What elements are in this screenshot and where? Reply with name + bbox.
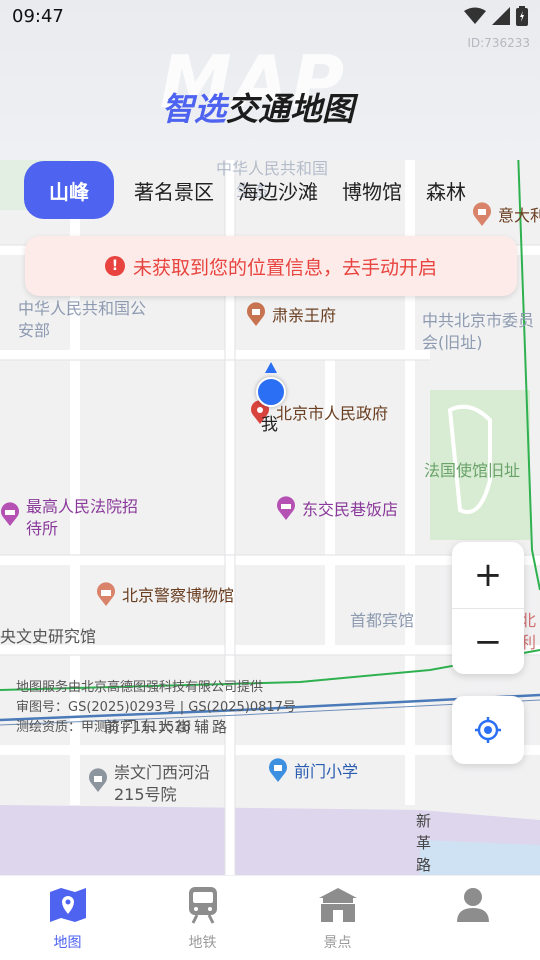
- profile-icon: [452, 884, 494, 926]
- zoom-in-button[interactable]: +: [452, 542, 524, 608]
- poi-label: 北京警察博物馆: [122, 586, 235, 605]
- credit-line-2: 审图号：GS(2025)0293号 | GS(2025)0817号: [16, 700, 296, 715]
- museum-pin-icon: [97, 582, 115, 606]
- school-pin-icon: [269, 758, 287, 782]
- wifi-icon: [464, 7, 486, 24]
- alert-icon: !: [104, 256, 125, 276]
- poi-chongwen[interactable]: 崇文门西河沿215号院: [88, 762, 224, 806]
- area-label-shoudu: 首都宾馆: [350, 611, 415, 630]
- app-title-rest: 交通地图: [226, 90, 355, 128]
- area-label-text: 中华人民共和国公安部: [18, 299, 147, 340]
- area-label-wenshi: 央文史研究馆: [0, 627, 97, 646]
- nav-subway[interactable]: 地铁: [135, 876, 270, 960]
- poi-court[interactable]: 最高人民法院招待所: [0, 496, 138, 540]
- poi-label: 肃亲王府: [272, 306, 337, 325]
- app-title-accent: 智选: [162, 90, 227, 128]
- current-location-marker: 我: [256, 362, 286, 442]
- tab-beach[interactable]: 海边沙滩: [226, 161, 330, 219]
- bottom-nav: 地图 地铁 景点: [0, 876, 540, 960]
- landmark-pin-icon: [247, 302, 265, 326]
- location-dot: [256, 377, 286, 407]
- map-icon: [47, 884, 89, 926]
- locate-button[interactable]: [452, 696, 524, 764]
- area-label-gongan: 中华人民共和国公安部: [18, 298, 158, 342]
- road-label-qianmen: 前门东大街辅路: [104, 718, 231, 736]
- poi-dongjiao[interactable]: 东交民巷饭店: [276, 496, 398, 520]
- header: 09:47 ID:736233 MAP 智选交通地图: [0, 0, 540, 160]
- scenic-spot-icon: [317, 884, 359, 926]
- nav-profile[interactable]: [405, 876, 540, 960]
- zoom-out-button[interactable]: −: [452, 609, 524, 675]
- poi-label: 北京市人民政府: [276, 404, 389, 423]
- nav-label: 地图: [53, 935, 82, 951]
- road-label-xinge: 新革路: [416, 810, 434, 875]
- tab-forest[interactable]: 森林: [414, 161, 478, 219]
- app-id: ID:736233: [467, 36, 530, 50]
- poi-police-museum[interactable]: 北京警察博物馆: [96, 582, 234, 606]
- nav-label: 地铁: [188, 935, 217, 951]
- status-icons: [464, 6, 528, 26]
- area-label-shiwei: 中共北京市委员会(旧址): [422, 310, 540, 354]
- status-bar: 09:47: [0, 0, 540, 34]
- tab-famous-scenic[interactable]: 著名景区: [122, 161, 226, 219]
- heading-arrow-icon: [265, 362, 277, 373]
- poi-suqin[interactable]: 肃亲王府: [246, 302, 336, 326]
- road-label-text: 新革路: [416, 812, 432, 874]
- credit-line-1: 地图服务由北京高德图强科技有限公司提供: [16, 680, 264, 695]
- subway-icon: [182, 884, 224, 926]
- hotel-pin-icon: [277, 496, 295, 520]
- area-label-text: 中共北京市委员会(旧址): [422, 311, 535, 352]
- nav-map[interactable]: 地图: [0, 876, 135, 960]
- hotel-pin-icon: [1, 502, 20, 526]
- nav-scenic-spot[interactable]: 景点: [270, 876, 405, 960]
- category-tabs: 山峰 著名景区 海边沙滩 博物馆 森林: [0, 158, 540, 222]
- area-label-embassy: 法国使馆旧址: [424, 461, 521, 480]
- locate-icon: [475, 717, 501, 743]
- place-pin-icon: [89, 768, 107, 792]
- poi-qianmen-school[interactable]: 前门小学: [268, 758, 358, 782]
- tab-museum[interactable]: 博物馆: [330, 161, 414, 219]
- status-time: 09:47: [12, 6, 64, 27]
- me-label: 我: [261, 415, 278, 435]
- poi-label: 前门小学: [294, 762, 359, 781]
- poi-label: 最高人民法院招待所: [26, 497, 139, 538]
- location-alert[interactable]: ! 未获取到您的位置信息，去手动开启: [25, 236, 517, 296]
- signal-icon: [492, 7, 510, 25]
- battery-icon: [516, 6, 528, 26]
- alert-text: 未获取到您的位置信息，去手动开启: [132, 256, 437, 279]
- nav-label: 景点: [323, 935, 352, 951]
- tab-mountain[interactable]: 山峰: [24, 161, 114, 219]
- zoom-control: + −: [452, 542, 524, 674]
- poi-label: 崇文门西河沿215号院: [114, 763, 211, 804]
- poi-label: 东交民巷饭店: [302, 500, 399, 519]
- app-title: 智选交通地图: [162, 84, 354, 130]
